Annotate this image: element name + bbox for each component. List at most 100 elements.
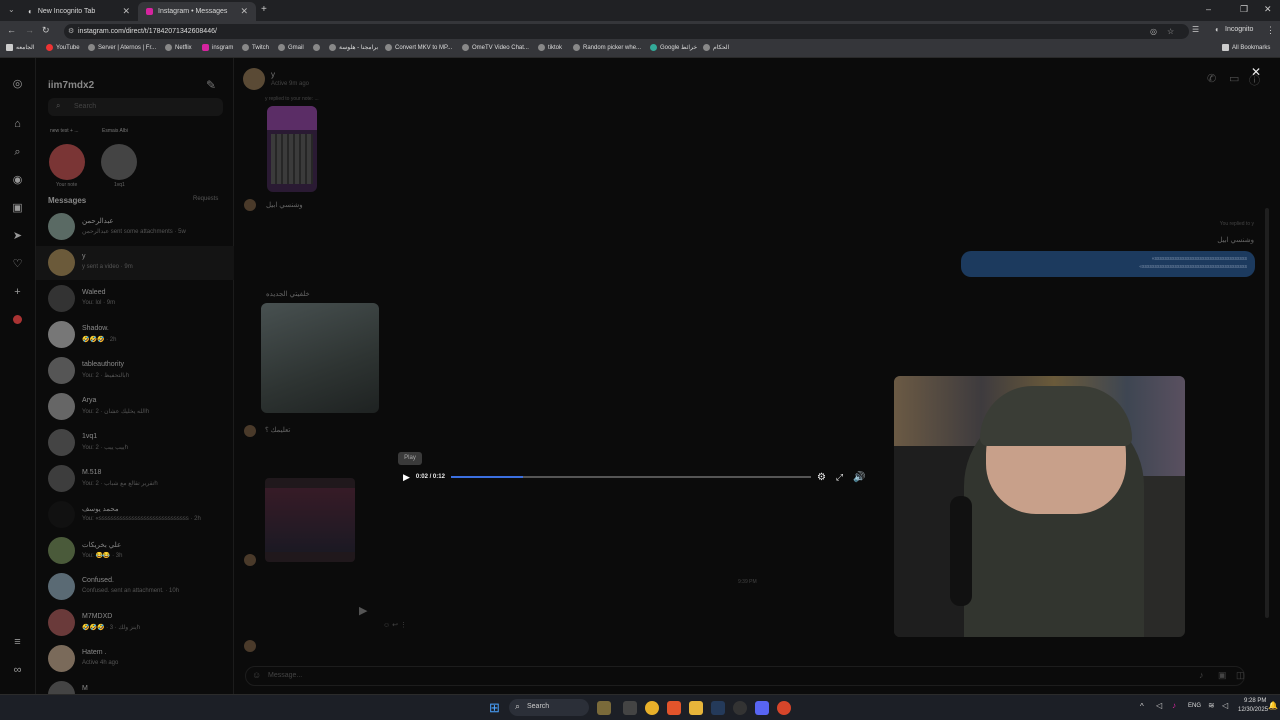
taskbar-search[interactable]: ⌕ Search bbox=[509, 699, 589, 716]
new-tab-button[interactable]: + bbox=[261, 4, 267, 15]
conversation-item[interactable]: Waleed You: lol · 9m bbox=[36, 282, 234, 316]
conversation-item[interactable]: 1vq1 You: ييب ييب · 2h bbox=[36, 426, 234, 460]
star-icon[interactable]: ☆ bbox=[1167, 24, 1174, 39]
video-call-icon[interactable]: ▭ bbox=[1229, 72, 1239, 85]
bookmark-item[interactable]: YouTube bbox=[46, 44, 80, 51]
widget-icon[interactable] bbox=[597, 701, 611, 715]
search-input[interactable]: ⌕ Search bbox=[48, 98, 223, 116]
notification-icon[interactable]: 🔔 bbox=[1268, 701, 1278, 710]
bookmark-item[interactable]: Convert MKV to MP... bbox=[385, 44, 452, 51]
bookmark-item[interactable]: Server | Aternos | Fr... bbox=[88, 44, 156, 51]
restore-icon[interactable]: ❐ bbox=[1240, 4, 1248, 15]
username-switcher[interactable]: iim7mdx2 bbox=[48, 80, 94, 91]
note-own[interactable]: new test + ... Your note bbox=[48, 128, 88, 188]
app-icon[interactable] bbox=[777, 701, 791, 715]
instagram-logo-icon[interactable]: ◎ bbox=[11, 78, 24, 91]
conversation-item[interactable]: y y sent a video · 9m bbox=[36, 246, 234, 280]
brave-icon[interactable] bbox=[667, 701, 681, 715]
play-icon[interactable]: ▶ bbox=[359, 604, 367, 617]
conversation-item[interactable]: M.518 You: تقرير تقالع مع شباب · 2h bbox=[36, 462, 234, 496]
task-view-icon[interactable] bbox=[623, 701, 637, 715]
bookmark-item[interactable]: Netflix bbox=[165, 44, 192, 51]
menu-icon[interactable]: ≡ bbox=[11, 636, 24, 649]
explore-icon[interactable]: ◉ bbox=[11, 174, 24, 187]
tab-instagram-messages[interactable]: Instagram • Messages ✕ bbox=[138, 2, 256, 21]
steam-icon[interactable] bbox=[711, 701, 725, 715]
shared-video-thumbnail[interactable] bbox=[265, 478, 355, 562]
meta-icon[interactable]: ∞ bbox=[11, 664, 24, 677]
eye-off-icon[interactable]: ◎ bbox=[1150, 24, 1157, 39]
bookmark-item[interactable]: Twitch bbox=[242, 44, 269, 51]
close-icon[interactable]: ✕ bbox=[1251, 65, 1261, 79]
minimize-icon[interactable]: – bbox=[1206, 4, 1211, 14]
conversation-item[interactable]: tableauthority You: بالتحفيظ · 2h bbox=[36, 354, 234, 388]
sent-message-bubble[interactable]: «sssssssssssssssssssssssssssssssssssss «… bbox=[961, 251, 1255, 277]
message-actions-icon[interactable]: ☺ ↩ ⋮ bbox=[383, 621, 407, 629]
back-icon[interactable]: ← bbox=[7, 25, 16, 35]
bookmark-item[interactable]: Gmail bbox=[278, 44, 304, 51]
discord-icon[interactable] bbox=[755, 701, 769, 715]
conversation-item[interactable]: علي بخريكات You: 😂😂 · 3h bbox=[36, 534, 234, 568]
bookmark-item[interactable]: الجامعه bbox=[6, 44, 35, 51]
search-icon[interactable]: ⌕ bbox=[11, 146, 24, 159]
conversation-item[interactable]: Hatem . Active 4h ago bbox=[36, 642, 234, 676]
bookmark-item[interactable]: Random picker whe... bbox=[573, 44, 641, 51]
conversation-item[interactable]: Confused. Confused. sent an attachment. ·… bbox=[36, 570, 234, 604]
bookmark-item[interactable]: OmeTV Video Chat... bbox=[462, 44, 529, 51]
reels-icon[interactable]: ▣ bbox=[11, 202, 24, 215]
forward-icon[interactable]: → bbox=[25, 25, 34, 35]
avatar[interactable] bbox=[243, 68, 265, 90]
app-icon[interactable] bbox=[733, 701, 747, 715]
profile-avatar-icon[interactable] bbox=[11, 313, 24, 326]
chrome-icon[interactable] bbox=[645, 701, 659, 715]
note-1vq1[interactable]: Esmais Albi 1vq1 bbox=[100, 128, 144, 188]
bookmark-item[interactable]: insgram bbox=[202, 44, 233, 51]
phone-icon[interactable]: ✆ bbox=[1207, 72, 1216, 85]
play-icon[interactable]: ▶ bbox=[403, 472, 410, 483]
site-info-icon[interactable]: ⚙ bbox=[68, 24, 74, 39]
all-bookmarks[interactable]: All Bookmarks bbox=[1222, 44, 1270, 51]
wifi-icon[interactable]: ≋ bbox=[1208, 701, 1215, 710]
reload-icon[interactable]: ↻ bbox=[42, 25, 50, 36]
language-indicator[interactable]: ENG bbox=[1188, 703, 1201, 709]
close-icon[interactable]: ✕ bbox=[122, 6, 130, 17]
window-close-icon[interactable]: ✕ bbox=[1264, 4, 1272, 15]
tab-new-incognito[interactable]: ◐ New Incognito Tab ✕ bbox=[20, 2, 138, 21]
speaker-icon[interactable]: ◁ bbox=[1156, 701, 1162, 710]
file-explorer-icon[interactable] bbox=[689, 701, 703, 715]
create-icon[interactable]: + bbox=[11, 286, 24, 299]
video-progress-bar[interactable] bbox=[450, 476, 811, 478]
chat-title[interactable]: y bbox=[271, 70, 275, 79]
volume-icon[interactable]: ◁ bbox=[1222, 701, 1228, 710]
incognito-label[interactable]: Incognito bbox=[1225, 26, 1253, 33]
home-icon[interactable]: ⌂ bbox=[11, 118, 24, 131]
shared-image-keyboard[interactable] bbox=[267, 106, 317, 192]
clock[interactable]: 9:28 PM bbox=[1244, 698, 1266, 704]
bookmark-item[interactable]: الحكام bbox=[703, 44, 729, 51]
heart-icon[interactable]: ♡ bbox=[11, 258, 24, 271]
bookmark-item[interactable]: برامجنا - هلوسة bbox=[329, 44, 378, 51]
url-bar[interactable]: ⚙ instagram.com/direct/t/178420713426084… bbox=[64, 24, 1189, 39]
messenger-icon[interactable]: ➤ bbox=[11, 230, 24, 243]
tray-chevron-icon[interactable]: ^ bbox=[1140, 702, 1144, 711]
settings-icon[interactable]: ⚙ bbox=[817, 472, 826, 483]
mic-icon[interactable]: ♪ bbox=[1172, 701, 1176, 710]
close-icon[interactable]: ✕ bbox=[240, 6, 248, 17]
shared-photo-wallpaper[interactable] bbox=[261, 303, 379, 413]
tab-search-icon[interactable]: ☰ bbox=[1192, 25, 1199, 34]
message-composer[interactable]: ☺ Message... ♪ ▣ ◫ bbox=[245, 666, 1245, 686]
bookmark-item[interactable] bbox=[313, 44, 323, 51]
conversation-item[interactable]: Shadow. 🤣🤣🤣 · 2h bbox=[36, 318, 234, 352]
menu-icon[interactable]: ⋮ bbox=[1266, 25, 1275, 36]
conversation-item[interactable]: Arya You: الله يخليك عشان · 2h bbox=[36, 390, 234, 424]
conversation-item[interactable]: عبدالرحمن عبدالرحمن sent some attachments… bbox=[36, 210, 234, 244]
bookmark-item[interactable]: tiktok bbox=[538, 44, 562, 51]
windows-start-icon[interactable]: ⊞ bbox=[489, 700, 500, 716]
conversation-item[interactable]: محمد يوسف You: «sssssssssssssssssssssssss… bbox=[36, 498, 234, 532]
mic-icon[interactable]: ♪ bbox=[1199, 670, 1204, 680]
conversation-item[interactable]: M7MDXD 🤣🤣🤣 · ينز ولك · 3h bbox=[36, 606, 234, 640]
sticker-icon[interactable]: ◫ bbox=[1236, 670, 1245, 681]
compose-icon[interactable]: ✎ bbox=[206, 78, 216, 92]
volume-icon[interactable]: 🔊 bbox=[853, 472, 865, 483]
emoji-icon[interactable]: ☺ bbox=[252, 670, 261, 680]
